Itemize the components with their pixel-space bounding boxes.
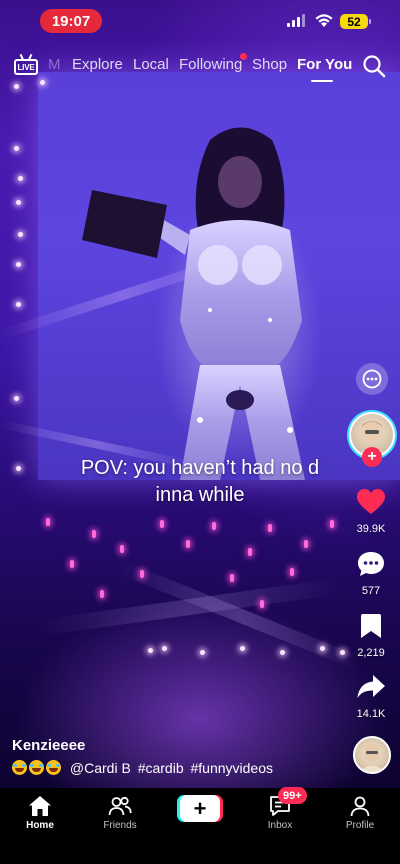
inbox-badge: 99+ [278,787,307,804]
status-bar: 19:07 52 [0,0,400,40]
stage-light [16,200,21,205]
heart-icon [357,489,385,514]
performer [140,127,305,480]
tab-friends[interactable]: Friends [85,794,155,831]
led-light [186,540,190,548]
video-player[interactable] [0,0,400,788]
tab-home[interactable]: Home [5,794,75,831]
caption-line: POV: you haven’t had no d [80,457,320,479]
more-options-button[interactable] [356,363,388,395]
led-light [160,520,164,528]
share-icon [357,675,385,698]
stage-light [14,84,19,89]
emoji-group [12,760,63,776]
follow-button[interactable]: + [362,447,382,467]
tab-profile[interactable]: Profile [325,794,395,831]
led-light [140,570,144,578]
mention-link[interactable]: @Cardi B [70,760,131,776]
video-caption: POV: you haven’t had no d inna while [0,455,400,509]
hashtag-link[interactable]: #funnyvideos [191,760,274,776]
post-username[interactable]: Kenzieeee [12,737,85,754]
wifi-icon [315,14,333,27]
friends-icon [108,796,132,816]
stage-light [18,232,23,237]
active-tab-indicator [311,80,333,82]
save-button[interactable]: 2,219 [348,612,394,659]
laughing-emoji-icon [46,760,61,775]
comment-icon [358,552,384,576]
tab-profile-label: Profile [345,820,375,831]
live-button[interactable]: LIVE [14,53,38,76]
speaker-box [82,190,167,258]
tab-shop[interactable]: Shop [252,56,287,73]
stage-light [240,646,245,651]
led-light [70,560,74,568]
live-icon: LIVE [14,59,38,75]
tab-home-label: Home [26,820,54,831]
tab-explore[interactable]: Explore [72,56,123,73]
led-light [290,568,294,576]
caption-line: inna while [155,484,245,506]
led-light [212,522,216,530]
laughing-emoji-icon [12,760,27,775]
stage-light [16,262,21,267]
status-time: 19:07 [40,9,102,33]
led-light [260,600,264,608]
stage-light [340,650,345,655]
hashtag-link[interactable]: #cardib [138,760,184,776]
bookmark-icon [361,614,381,638]
stage-light [200,650,205,655]
laughing-emoji-icon [29,760,44,775]
tab-for-you[interactable]: For You [297,56,352,73]
stage-light [16,302,21,307]
comment-count: 577 [361,585,381,597]
tab-m[interactable]: M [48,56,61,73]
stage-light [320,646,325,651]
share-count: 14.1K [356,708,386,720]
home-icon [29,796,51,816]
search-icon[interactable] [362,54,386,78]
stage-light [148,648,153,653]
battery-indicator: 52 [340,14,371,29]
stage-light [14,396,19,401]
following-notification-dot [240,53,247,60]
stage-light [162,646,167,651]
led-light [330,520,334,528]
tab-inbox-label: Inbox [267,820,293,831]
like-count: 39.9K [356,523,386,535]
stage-light [18,176,23,181]
led-light [304,540,308,548]
like-button[interactable]: 39.9K [348,488,394,535]
sound-avatar-image [359,744,385,772]
led-light [120,545,124,553]
led-light [248,548,252,556]
led-light [92,530,96,538]
led-light [230,574,234,582]
cellular-signal-icon [287,14,305,27]
led-light [100,590,104,598]
tab-friends-label: Friends [103,820,137,831]
led-light [268,524,272,532]
share-button[interactable]: 14.1K [348,673,394,720]
top-nav: LIVE M Explore Local Following Shop For … [0,50,400,84]
tab-local[interactable]: Local [133,56,169,73]
led-light [46,518,50,526]
tab-following[interactable]: Following [179,56,242,73]
stage-light [280,650,285,655]
save-count: 2,219 [357,647,385,659]
stage-light [14,146,19,151]
post-description: @Cardi B #cardib #funnyvideos [12,760,276,776]
more-dots-icon [362,369,382,389]
create-button[interactable]: + [180,795,220,822]
original-sound-disc[interactable] [353,736,391,774]
profile-icon [350,796,370,817]
comment-button[interactable]: 577 [348,550,394,597]
